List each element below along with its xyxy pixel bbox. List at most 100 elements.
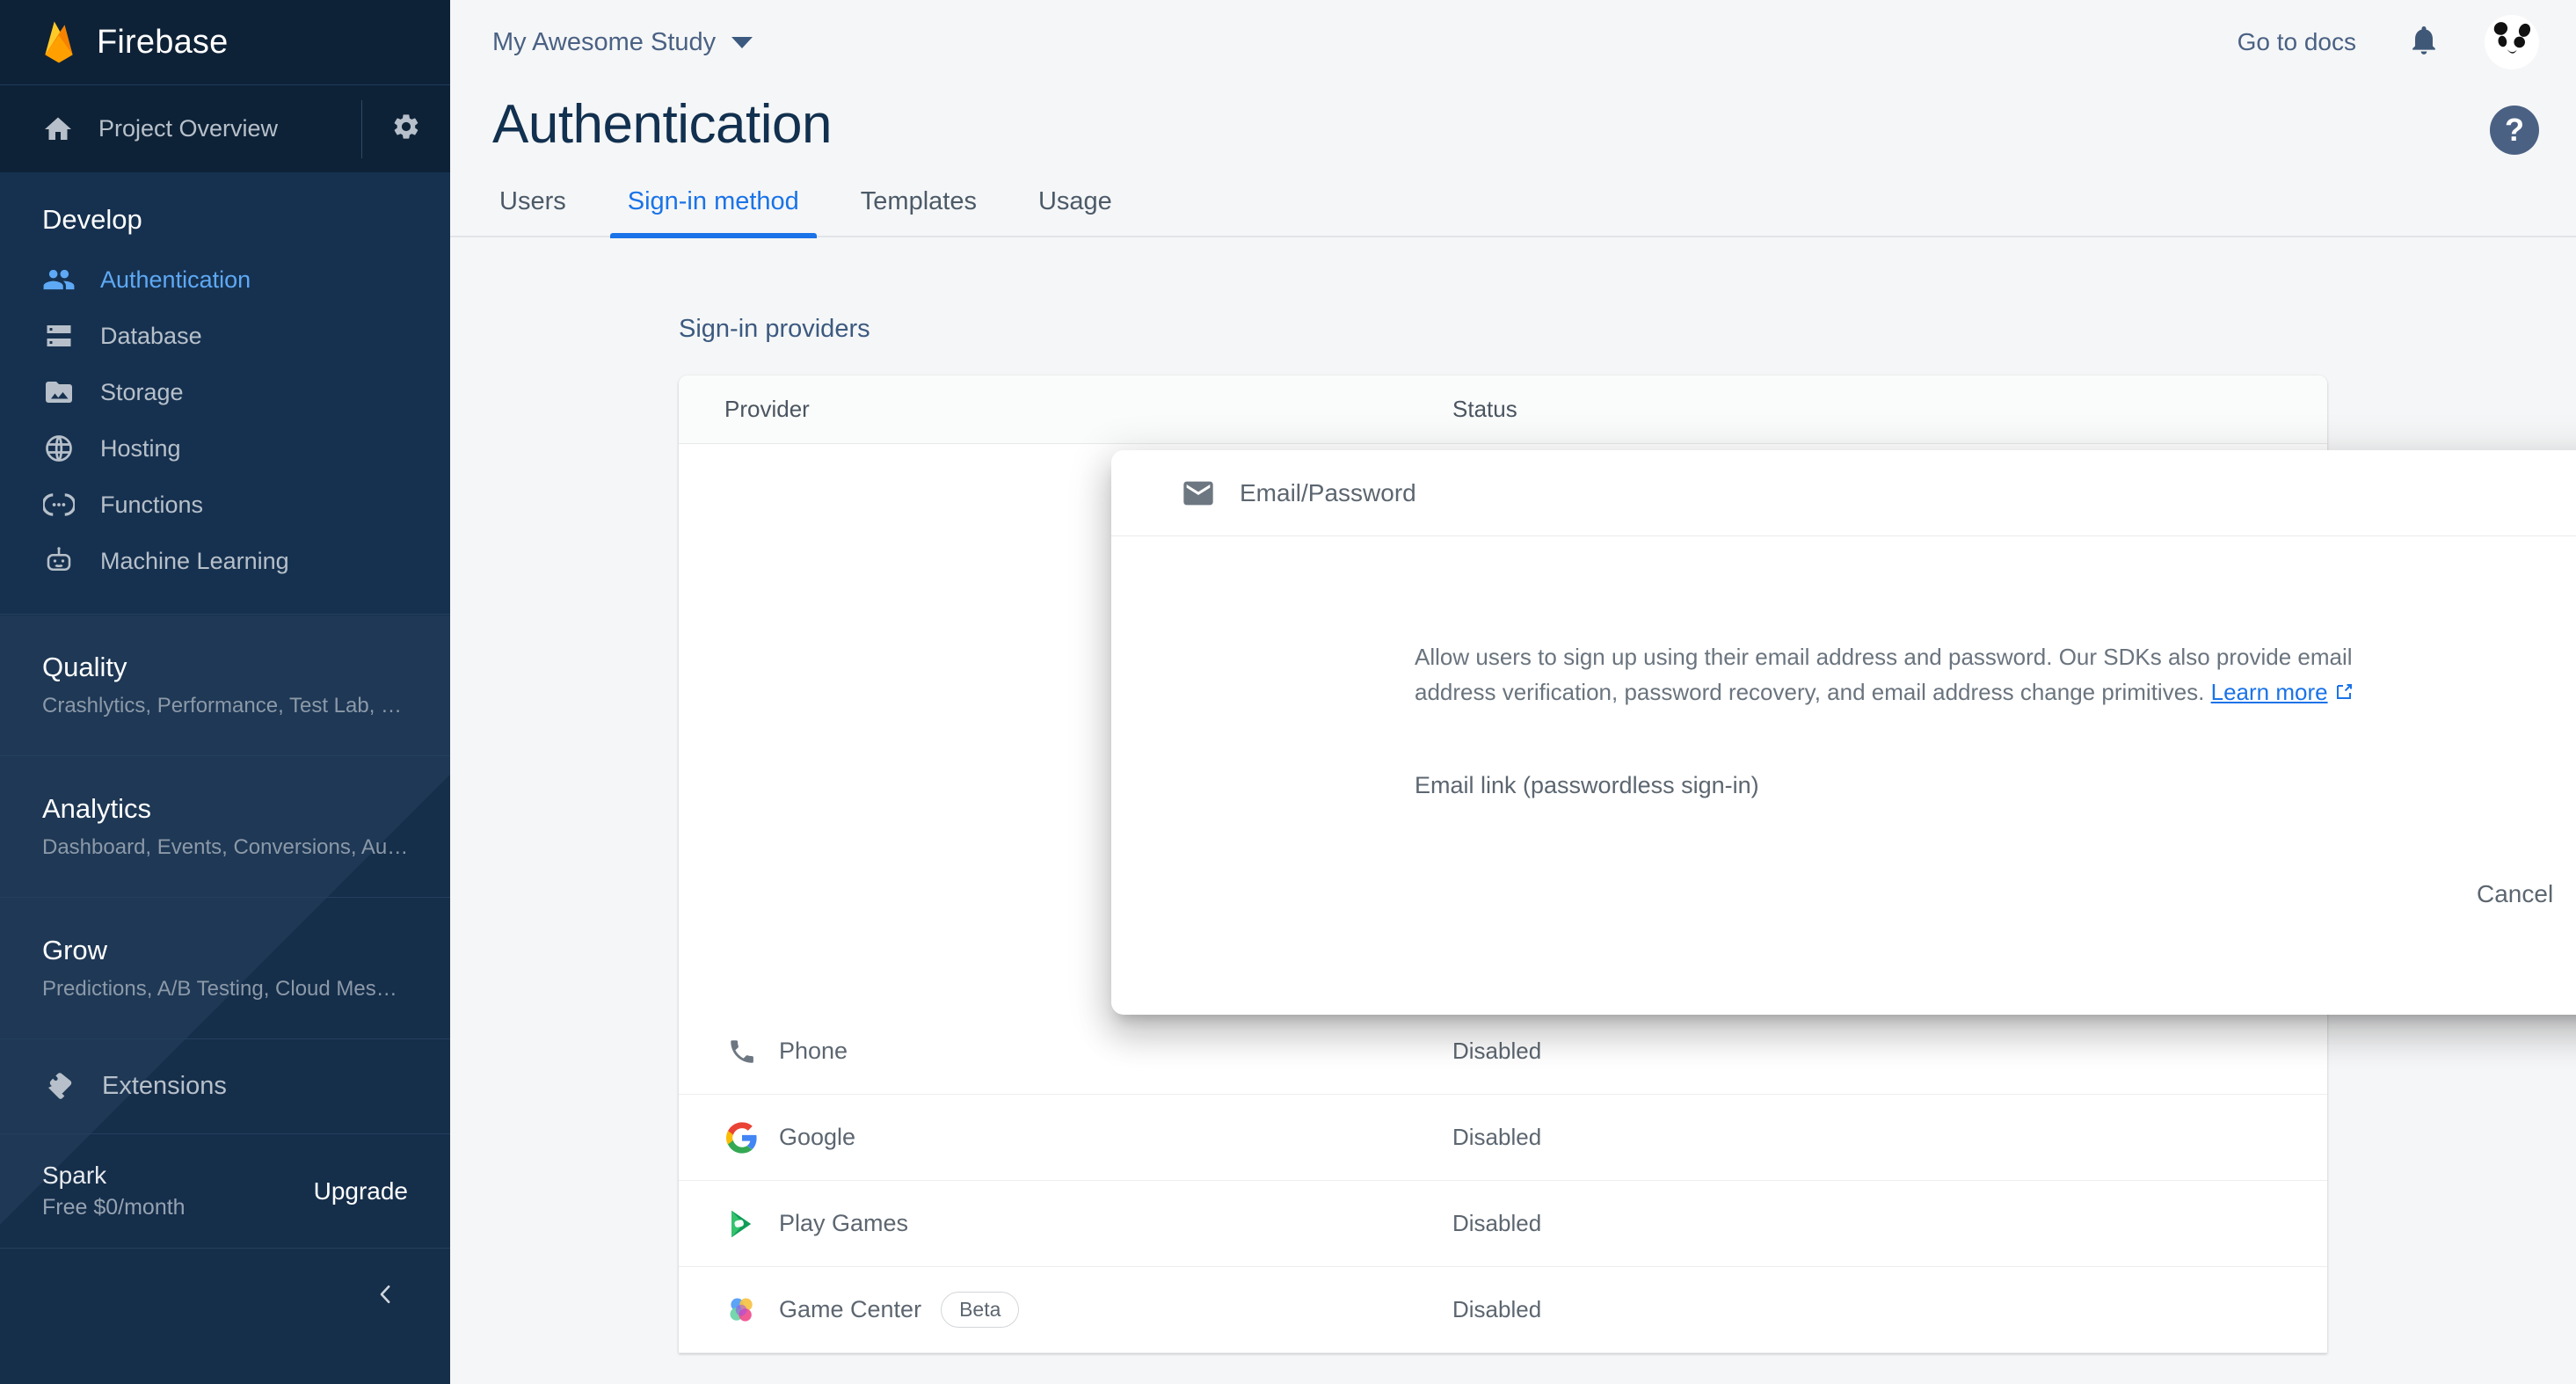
table-row[interactable]: Game Center Beta Disabled [679, 1267, 2327, 1353]
cancel-button[interactable]: Cancel [2450, 864, 2576, 924]
plan-name: Spark [42, 1162, 107, 1189]
sidebar-item-database[interactable]: Database [0, 308, 450, 364]
provider-name: Phone [779, 1038, 848, 1064]
project-name: My Awesome Study [492, 27, 717, 56]
sign-in-providers-title: Sign-in providers [679, 315, 870, 343]
globe-icon [42, 432, 76, 465]
enable-toggle-row: Enable [1415, 536, 2576, 638]
brand-name: Firebase [97, 23, 229, 61]
project-overview-link[interactable]: Project Overview [0, 113, 361, 145]
folder-image-icon [42, 375, 76, 409]
sidebar-item-label: Hosting [100, 434, 181, 462]
topbar: My Awesome Study Go to docs [450, 0, 2576, 84]
plan-price: Free $0/month [42, 1195, 186, 1220]
section-title: Analytics [42, 793, 152, 824]
provider-name: Google [779, 1124, 856, 1150]
page-title: Authentication [492, 94, 832, 155]
envelope-icon [1180, 475, 1217, 512]
email-link-label: Email link (passwordless sign-in) [1415, 772, 1759, 799]
sidebar-item-label: Machine Learning [100, 547, 289, 574]
people-icon [42, 263, 76, 296]
section-title: Quality [42, 652, 127, 682]
firebase-console: Firebase Project Overview Develop Authen… [0, 0, 2576, 1384]
tab-templates[interactable]: Templates [854, 187, 984, 236]
sidebar-item-label: Functions [100, 491, 204, 518]
google-g-icon [724, 1120, 760, 1155]
section-title: Grow [42, 935, 108, 965]
develop-section-title: Develop [42, 204, 142, 235]
upgrade-button[interactable]: Upgrade [314, 1177, 408, 1206]
dialog-provider-name: Email/Password [1240, 478, 1416, 506]
avatar[interactable] [2485, 15, 2539, 69]
functions-brackets-icon [42, 488, 76, 521]
sidebar-item-label: Extensions [102, 1072, 227, 1100]
dialog-description: Allow users to sign up using their email… [1415, 640, 2421, 712]
sidebar-item-machine-learning[interactable]: Machine Learning [0, 533, 450, 589]
project-overview-row[interactable]: Project Overview [0, 84, 450, 172]
column-header-status: Status [1452, 396, 1517, 422]
sidebar-section-quality[interactable]: Quality Crashlytics, Performance, Test L… [0, 614, 450, 755]
gear-icon [391, 112, 421, 146]
provider-status: Disabled [1452, 1296, 1542, 1322]
chevron-down-icon [731, 36, 753, 48]
project-settings-button[interactable] [362, 112, 450, 146]
project-selector[interactable]: My Awesome Study [492, 28, 753, 57]
external-link-icon [2333, 678, 2354, 713]
status-badge: Beta [941, 1292, 1020, 1328]
section-subtitle: Predictions, A/B Testing, Cloud Mes… [42, 977, 397, 1001]
play-games-icon [724, 1206, 760, 1242]
sidebar: Firebase Project Overview Develop Authen… [0, 0, 450, 1384]
plan-info: Spark Free $0/month [42, 1162, 314, 1220]
tab-users[interactable]: Users [492, 187, 573, 236]
plan-row: Spark Free $0/month Upgrade [0, 1133, 450, 1248]
phone-icon [724, 1034, 760, 1069]
dialog-actions: Cancel Save [1111, 863, 2576, 926]
database-icon [42, 319, 76, 353]
learn-more-link[interactable]: Learn more [2211, 679, 2328, 705]
collapse-sidebar-button[interactable] [0, 1248, 450, 1344]
sidebar-item-label: Authentication [100, 266, 251, 293]
provider-cell: Play Games [679, 1206, 1452, 1242]
panda-avatar [2486, 15, 2537, 69]
chevron-left-icon [373, 1281, 399, 1312]
go-to-docs-link[interactable]: Go to docs [2238, 28, 2356, 56]
section-subtitle: Crashlytics, Performance, Test Lab, … [42, 694, 403, 717]
bell-icon [2407, 24, 2441, 62]
sidebar-item-functions[interactable]: Functions [0, 477, 450, 533]
sidebar-section-analytics[interactable]: Analytics Dashboard, Events, Conversions… [0, 755, 450, 897]
email-link-row: Email link (passwordless sign-in) Enable [1415, 772, 2576, 799]
brand-header[interactable]: Firebase [0, 0, 450, 84]
firebase-flame-icon [40, 19, 77, 65]
dialog-header[interactable]: Email/Password [1111, 450, 2576, 536]
sidebar-section-grow[interactable]: Grow Predictions, A/B Testing, Cloud Mes… [0, 897, 450, 1038]
provider-status: Disabled [1452, 1124, 1542, 1150]
sidebar-item-label: Storage [100, 378, 184, 405]
notifications-button[interactable] [2407, 24, 2441, 62]
home-icon [42, 113, 74, 145]
column-header-provider: Provider [724, 396, 810, 422]
dialog-body: Enable Allow users to sign up using thei… [1111, 536, 2576, 799]
main-content: My Awesome Study Go to docs Authenticati… [450, 0, 2576, 1384]
provider-cell: Google [679, 1120, 1452, 1155]
table-header: Provider Status [679, 375, 2327, 444]
tab-usage[interactable]: Usage [1031, 187, 1119, 236]
sidebar-item-authentication[interactable]: Authentication [0, 251, 450, 308]
sidebar-item-extensions[interactable]: Extensions [0, 1038, 450, 1133]
help-question-icon[interactable]: ? [2490, 106, 2539, 155]
sidebar-item-storage[interactable]: Storage [0, 364, 450, 420]
tabs: Users Sign-in method Templates Usage [450, 187, 2576, 238]
provider-status: Disabled [1452, 1210, 1542, 1236]
table-row[interactable]: Google Disabled [679, 1095, 2327, 1181]
table-row[interactable]: Phone Disabled [679, 1009, 2327, 1095]
tab-sign-in-method[interactable]: Sign-in method [609, 187, 817, 238]
provider-cell: Phone [679, 1034, 1452, 1069]
project-overview-label: Project Overview [98, 115, 279, 142]
provider-name: Play Games [779, 1210, 909, 1236]
email-password-dialog: Email/Password Enable Allow users to sig… [1111, 450, 2576, 1015]
develop-nav: Authentication Database Storage Hosting … [0, 251, 450, 614]
extensions-puzzle-icon [42, 1069, 77, 1104]
table-row[interactable]: Play Games Disabled [679, 1181, 2327, 1267]
provider-cell: Game Center Beta [679, 1292, 1452, 1328]
sidebar-item-hosting[interactable]: Hosting [0, 420, 450, 477]
robot-icon [42, 544, 76, 578]
